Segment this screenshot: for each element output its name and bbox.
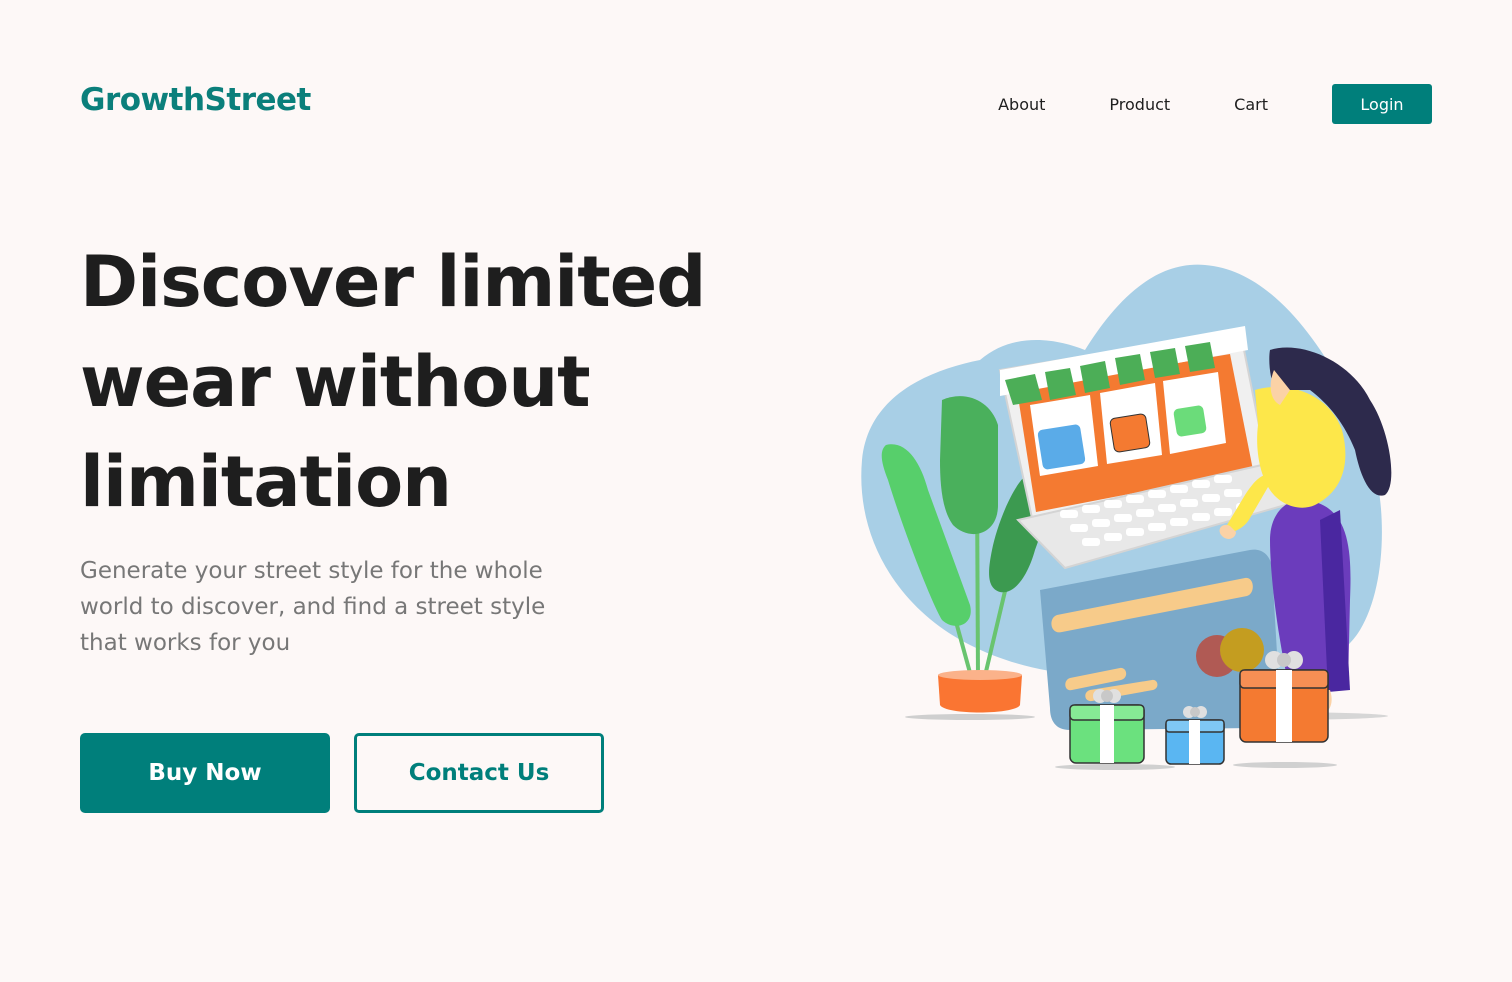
hero-title: Discover limited wear without limitation [80,241,706,523]
logo[interactable]: GrowthStreet [80,82,311,118]
main-nav: About Product Cart Login [998,84,1432,124]
login-button[interactable]: Login [1332,84,1432,124]
hero-subtitle: Generate your street style for the whole… [80,558,546,656]
nav-cart-link[interactable]: Cart [1234,95,1268,114]
buy-now-button[interactable]: Buy Now [80,733,330,813]
nav-about-link[interactable]: About [998,95,1045,114]
online-shopping-illustration [861,264,1392,770]
contact-us-button[interactable]: Contact Us [354,733,604,813]
nav-product-link[interactable]: Product [1109,95,1170,114]
